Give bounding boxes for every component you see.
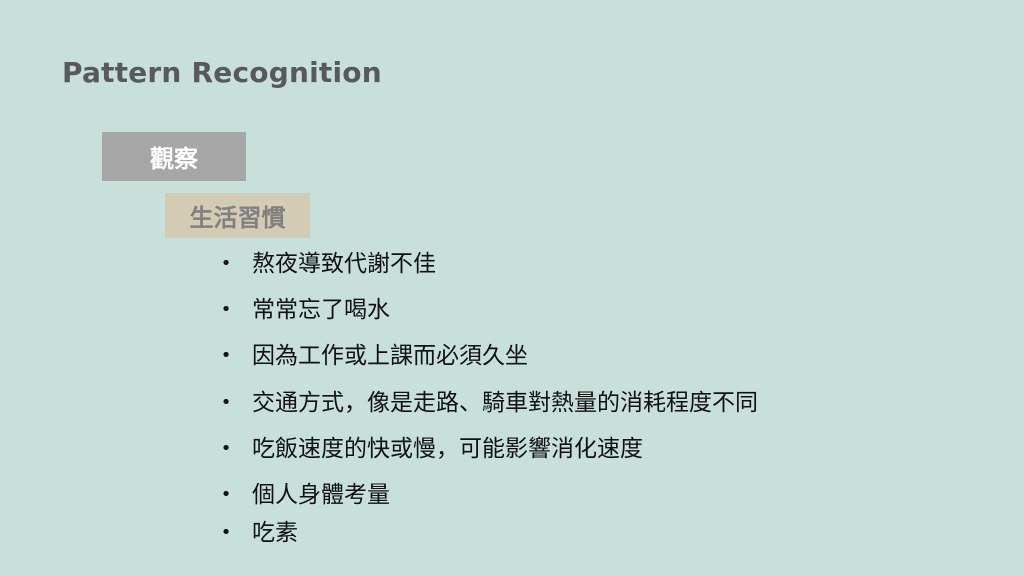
bullet-icon: • (220, 299, 232, 320)
list-item: • 交通方式，像是走路、騎車對熱量的消耗程度不同 (220, 389, 758, 417)
category-tag-observe: 觀察 (102, 132, 246, 181)
list-item: • 因為工作或上課而必須久坐 (220, 342, 528, 370)
list-item: • 常常忘了喝水 (220, 296, 390, 324)
slide: Pattern Recognition 觀察 生活習慣 • 熬夜導致代謝不佳 •… (0, 0, 1024, 576)
list-item: • 吃飯速度的快或慢，可能影響消化速度 (220, 435, 643, 463)
list-item-text: 常常忘了喝水 (252, 297, 390, 323)
bullet-icon: • (220, 392, 232, 413)
list-item-text: 個人身體考量 (252, 482, 390, 508)
list-item-text: 吃飯速度的快或慢，可能影響消化速度 (252, 436, 643, 462)
subcategory-tag-lifestyle: 生活習慣 (165, 193, 310, 238)
list-item: • 熬夜導致代謝不佳 (220, 250, 436, 278)
category-tag-label: 觀察 (150, 145, 198, 173)
bullet-icon: • (220, 253, 232, 274)
list-item: • 吃素 (220, 519, 298, 547)
subcategory-tag-label: 生活習慣 (189, 204, 286, 232)
list-item-text: 吃素 (252, 520, 298, 546)
bullet-icon: • (220, 484, 232, 505)
bullet-icon: • (220, 345, 232, 366)
slide-title: Pattern Recognition (62, 56, 382, 89)
list-item: • 個人身體考量 (220, 481, 390, 509)
list-item-text: 交通方式，像是走路、騎車對熱量的消耗程度不同 (252, 390, 758, 416)
list-item-text: 因為工作或上課而必須久坐 (252, 343, 528, 369)
list-item-text: 熬夜導致代謝不佳 (252, 251, 436, 277)
bullet-icon: • (220, 438, 232, 459)
bullet-icon: • (220, 522, 232, 543)
